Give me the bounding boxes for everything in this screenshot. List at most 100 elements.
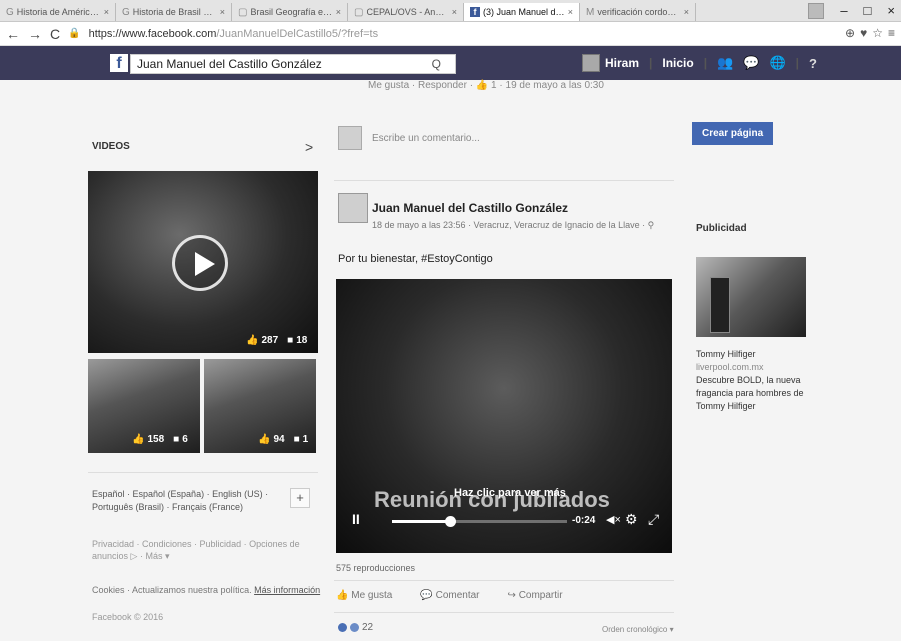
reload-button[interactable]: C	[50, 26, 60, 42]
time-remaining: -0:24	[572, 515, 596, 526]
profile-link[interactable]: Hiram	[582, 54, 639, 72]
ad-description: Descubre BOLD, la nueva fragancia para h…	[696, 375, 804, 411]
progress-bar[interactable]	[392, 516, 567, 527]
browser-tab-bar: GHistoria de América en...×GHistoria de …	[0, 0, 901, 22]
search-icon[interactable]: Q	[432, 57, 441, 71]
comment-actions[interactable]: Me gusta · Responder · 👍 1 · 19 de mayo …	[368, 80, 604, 91]
progress-fill	[392, 520, 450, 523]
notifications-icon[interactable]: 🌐	[769, 55, 785, 71]
like-icon: 👍	[246, 335, 259, 346]
header-nav: Hiram | Inicio | 👥 💬 🌐 | ?	[582, 54, 817, 72]
tab-close-icon[interactable]: ×	[568, 7, 573, 17]
love-reaction-icon	[350, 623, 359, 632]
help-icon[interactable]: ?	[809, 56, 817, 71]
copyright: Facebook © 2016	[92, 612, 164, 622]
progress-handle[interactable]	[444, 516, 456, 527]
divider	[334, 180, 674, 181]
ad-image[interactable]	[696, 257, 806, 337]
video-thumbnail-small[interactable]: 👍 158 ■ 6	[88, 359, 200, 453]
browser-tab[interactable]: GHistoria de Brasil era si...×	[116, 3, 232, 21]
legal-links[interactable]: Privacidad · Condiciones · Publicidad · …	[92, 538, 332, 562]
post-meta[interactable]: 18 de mayo a las 23:56 · Veracruz, Verac…	[372, 220, 654, 231]
facebook-logo[interactable]: f	[110, 54, 128, 72]
comment-input[interactable]: Escribe un comentario...	[372, 133, 480, 144]
video-player[interactable]: Haz clic para ver más Reunión con jubila…	[336, 279, 672, 553]
play-icon[interactable]	[172, 235, 228, 291]
comment-count: 6	[182, 434, 188, 445]
language-links[interactable]: Español · Español (España) · English (US…	[92, 488, 292, 514]
cookies-text: Cookies · Actualizamos nuestra política.	[92, 585, 252, 595]
comment-count: 1	[302, 434, 309, 445]
comment-icon: 💬	[420, 590, 433, 601]
avatar[interactable]	[338, 193, 368, 223]
perfume-bottle-image	[710, 277, 730, 333]
search-input[interactable]: Juan Manuel del Castillo González Q	[130, 54, 456, 74]
like-button[interactable]: 👍 Me gusta	[336, 590, 392, 601]
cookies-notice: Cookies · Actualizamos nuestra política.…	[92, 585, 352, 595]
url-field[interactable]: https://www.facebook.com/JuanManuelDelCa…	[89, 28, 379, 40]
tab-label: (3) Juan Manuel del Cast...	[483, 7, 565, 17]
maximize-button[interactable]: □	[864, 3, 872, 19]
video-thumbnail-main[interactable]: 👍 287 ■ 18	[88, 171, 318, 353]
tab-favicon-icon: ▢	[354, 6, 364, 18]
tab-favicon-icon: G	[6, 6, 14, 18]
videos-title[interactable]: VIDEOS	[92, 141, 130, 152]
pause-icon[interactable]: II	[352, 511, 360, 527]
mute-icon[interactable]: ◀×	[606, 513, 621, 526]
browser-tab[interactable]: f(3) Juan Manuel del Cast...×	[464, 3, 580, 21]
friends-icon[interactable]: 👥	[717, 55, 733, 71]
bookmark-star-icon[interactable]: ☆	[872, 26, 883, 40]
video-thumbnail-small[interactable]: 👍 94 ■ 1	[204, 359, 316, 453]
comment-order-select[interactable]: Orden cronológico ▾	[602, 625, 674, 634]
comment-count: 18	[296, 335, 308, 346]
video-stats: 👍 287 ■ 18	[246, 335, 307, 346]
fullscreen-icon[interactable]: ⤢	[648, 511, 659, 528]
window-controls: – □ ×	[808, 3, 895, 19]
comment-icon: ■	[173, 434, 180, 445]
browser-tab[interactable]: GHistoria de América en...×	[0, 3, 116, 21]
share-button[interactable]: ↪ Compartir	[508, 590, 563, 601]
tab-favicon-icon: f	[470, 7, 480, 17]
browser-profile-icon[interactable]	[808, 3, 825, 19]
avatar	[338, 126, 362, 150]
avatar	[582, 54, 600, 72]
tab-close-icon[interactable]: ×	[336, 7, 341, 17]
tab-close-icon[interactable]: ×	[220, 7, 225, 17]
tab-close-icon[interactable]: ×	[104, 7, 109, 17]
tab-label: Historia de Brasil era si...	[132, 7, 217, 17]
address-actions: ⊕ ♥ ☆ ≡	[845, 26, 895, 40]
ad-text[interactable]: Tommy Hilfiger liverpool.com.mx Descubre…	[696, 348, 831, 413]
browser-tab[interactable]: Mverificación cordoba ga... ×	[580, 3, 696, 21]
add-language-button[interactable]: +	[290, 488, 310, 508]
search-value: Juan Manuel del Castillo González	[137, 57, 322, 71]
comment-button[interactable]: 💬 Comentar	[420, 590, 479, 601]
browser-menu-icon[interactable]: ≡	[888, 26, 895, 40]
extension-icon[interactable]: ♥	[860, 26, 867, 40]
video-title: Reunión con jubilados	[374, 487, 610, 512]
tab-favicon-icon: M	[586, 6, 595, 18]
chevron-right-icon[interactable]: >	[305, 139, 313, 155]
browser-tab[interactable]: ▢CEPAL/OVS - Análisis Soc...×	[348, 3, 464, 21]
gear-icon[interactable]: ⚙	[625, 511, 638, 528]
browser-tab[interactable]: ▢Brasil Geografía e Histo... ×	[232, 3, 348, 21]
messages-icon[interactable]: 💬	[743, 55, 759, 71]
like-icon: 👍	[258, 434, 271, 445]
create-page-button[interactable]: Crear página	[692, 122, 774, 145]
minimize-button[interactable]: –	[840, 3, 847, 19]
post-author[interactable]: Juan Manuel del Castillo González	[372, 201, 568, 215]
post-text: Por tu bienestar, #EstoyContigo	[338, 253, 493, 265]
forward-button[interactable]: →	[28, 26, 42, 42]
tab-favicon-icon: ▢	[238, 6, 248, 18]
tab-close-icon[interactable]: ×	[452, 7, 457, 17]
back-button[interactable]: ←	[6, 26, 20, 42]
home-link[interactable]: Inicio	[662, 56, 693, 70]
more-info-link[interactable]: Más información	[254, 585, 320, 595]
reactions-summary[interactable]: 22	[338, 622, 373, 633]
like-label: Me gusta	[351, 590, 393, 601]
close-window-button[interactable]: ×	[887, 3, 895, 19]
tab-label: verificación cordoba ga...	[597, 7, 680, 17]
zoom-icon[interactable]: ⊕	[845, 26, 855, 40]
url-path: /JuanManuelDelCastillo5/?fref=ts	[216, 27, 379, 40]
like-icon: 👍	[336, 590, 349, 601]
tab-close-icon[interactable]: ×	[684, 7, 689, 17]
